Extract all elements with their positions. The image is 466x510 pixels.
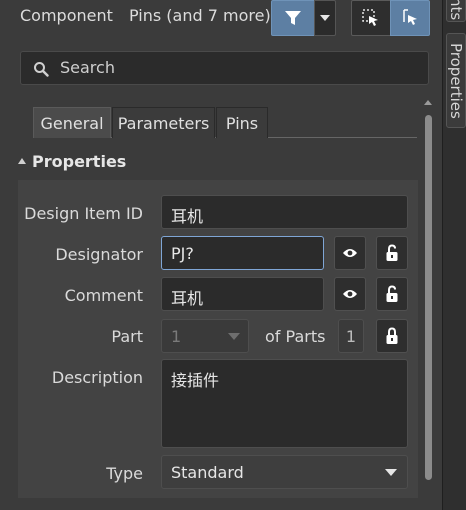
side-tab-properties[interactable]: Properties xyxy=(446,33,466,128)
comment-visibility-button[interactable] xyxy=(334,277,366,311)
part-lock-button[interactable] xyxy=(376,319,408,353)
filter-summary[interactable]: Pins (and 7 more) xyxy=(129,6,271,25)
eye-icon xyxy=(343,290,357,298)
comment-label: Comment xyxy=(64,286,143,305)
description-field[interactable]: 接插件 xyxy=(161,359,408,448)
part-label: Part xyxy=(111,327,143,346)
type-select[interactable]: Standard xyxy=(161,455,408,489)
eye-icon xyxy=(343,249,357,257)
chevron-down-icon xyxy=(385,469,397,476)
collapse-arrow-icon xyxy=(18,158,26,164)
designator-visibility-button[interactable] xyxy=(334,236,366,270)
designator-label: Designator xyxy=(55,245,143,264)
panel-header: Component Pins (and 7 more) xyxy=(0,0,442,36)
tab-bar: General Parameters Pins xyxy=(33,107,417,138)
chevron-down-icon xyxy=(320,15,330,21)
of-parts-label: of Parts xyxy=(265,327,326,346)
comment-field[interactable]: 耳机 xyxy=(161,277,324,311)
part-select[interactable]: 1 xyxy=(161,319,249,353)
scrollbar-thumb[interactable] xyxy=(425,115,432,480)
select-cursor-button[interactable] xyxy=(390,0,430,36)
properties-panel: Component Pins (and 7 more) Search Gener… xyxy=(0,0,442,510)
select-mask-button[interactable] xyxy=(351,0,391,36)
tab-general[interactable]: General xyxy=(33,107,111,138)
filter-dropdown-button[interactable] xyxy=(314,0,336,36)
search-icon xyxy=(34,62,49,77)
object-type-label: Component xyxy=(20,6,113,25)
description-label: Description xyxy=(51,368,143,387)
designator-field[interactable]: PJ? xyxy=(161,236,324,270)
part-value: 1 xyxy=(171,327,182,346)
designator-lock-button[interactable] xyxy=(376,236,408,270)
tab-parameters[interactable]: Parameters xyxy=(112,107,215,138)
design-item-id-field[interactable]: 耳机 xyxy=(161,195,408,229)
section-title: Properties xyxy=(32,152,127,171)
scroll-up-icon[interactable] xyxy=(424,100,432,105)
design-item-id-label: Design Item ID xyxy=(24,204,143,223)
type-value: Standard xyxy=(171,463,244,482)
lock-icon xyxy=(386,327,398,344)
chevron-down-icon xyxy=(228,333,240,340)
of-parts-value: 1 xyxy=(338,319,364,353)
pointer-cursor-icon xyxy=(403,9,417,25)
filter-button[interactable] xyxy=(271,0,315,36)
tab-pins[interactable]: Pins xyxy=(216,107,268,138)
unlock-icon xyxy=(386,244,398,261)
search-input[interactable]: Search xyxy=(20,51,429,85)
filter-icon xyxy=(285,11,301,25)
type-label: Type xyxy=(106,464,143,483)
side-tab-components[interactable]: nts xyxy=(446,0,466,22)
selection-cursor-icon xyxy=(362,9,378,26)
comment-lock-button[interactable] xyxy=(376,277,408,311)
properties-section-header[interactable]: Properties xyxy=(18,152,126,171)
unlock-icon xyxy=(386,285,398,302)
search-placeholder: Search xyxy=(60,58,115,77)
